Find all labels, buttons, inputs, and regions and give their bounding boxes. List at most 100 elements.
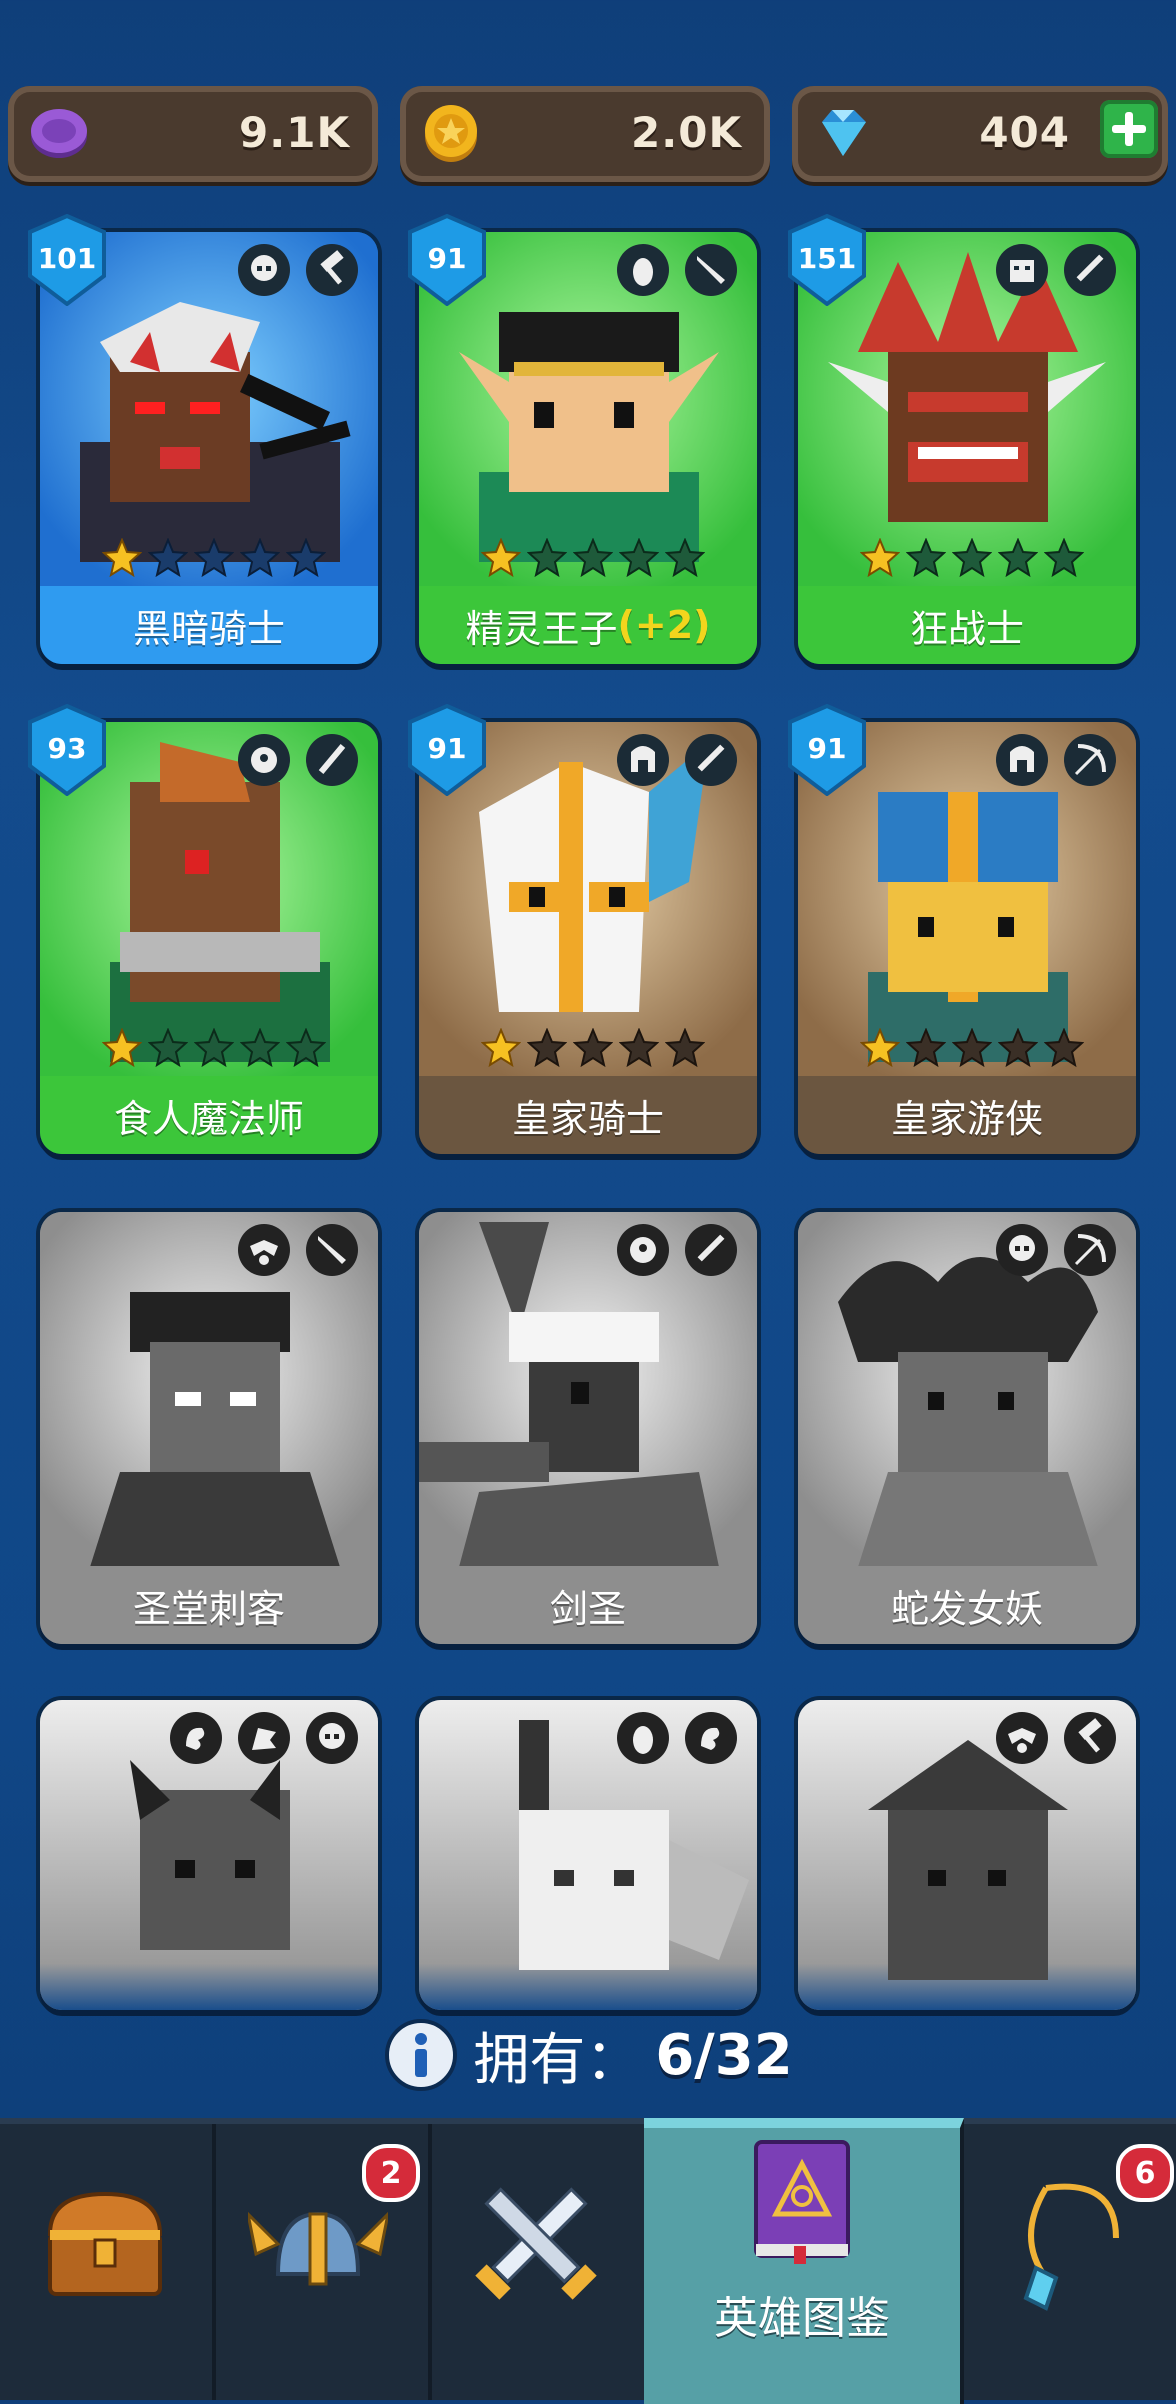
human-faction-icon [617, 734, 669, 786]
hero-card-locked[interactable] [40, 1700, 378, 2010]
sword-class-icon [685, 734, 737, 786]
hero-card-templar-assassin[interactable]: 圣堂刺客 [40, 1212, 378, 1644]
star-filled-icon [481, 538, 521, 578]
gold-coin-icon [425, 105, 477, 162]
hero-name: 皇家游侠 [798, 1076, 1136, 1154]
hero-card-medusa[interactable]: 蛇发女妖 [798, 1212, 1136, 1644]
dragon-faction-icon [170, 1712, 222, 1764]
star-empty-icon [952, 538, 992, 578]
star-filled-icon [860, 538, 900, 578]
hero-name: 剑圣 [419, 1566, 757, 1644]
star-empty-icon [1044, 538, 1084, 578]
star-empty-icon [619, 538, 659, 578]
level-badge: 91 [786, 704, 868, 796]
star-rating [102, 538, 326, 578]
star-empty-icon [148, 538, 188, 578]
add-diamond-button[interactable] [1100, 100, 1158, 158]
elf-faction-icon [617, 1712, 669, 1764]
winged-faction-icon [238, 1224, 290, 1276]
info-icon[interactable] [383, 2017, 459, 2093]
ogre-faction-icon [617, 1224, 669, 1276]
star-empty-icon [998, 1028, 1038, 1068]
star-empty-icon [194, 1028, 234, 1068]
winged-helmet-icon [248, 2211, 388, 2286]
star-empty-icon [1044, 1028, 1084, 1068]
star-empty-icon [906, 538, 946, 578]
treasure-chest-icon [47, 2191, 163, 2296]
star-empty-icon [573, 1028, 613, 1068]
orc-faction-icon [996, 244, 1048, 296]
hero-book-icon [754, 2140, 850, 2264]
elf-faction-icon [617, 244, 669, 296]
diamond-value: 404 [979, 108, 1070, 157]
level-badge: 151 [786, 214, 868, 306]
star-filled-icon [481, 1028, 521, 1068]
hero-name-bar: 精灵王子 (+2) [419, 586, 757, 664]
bow-class-icon [1064, 734, 1116, 786]
crossed-swords-icon [475, 2187, 597, 2300]
tab-helmet[interactable]: 2 [212, 2124, 432, 2400]
star-empty-icon [240, 538, 280, 578]
sword-class-icon [1064, 244, 1116, 296]
tab-hero-book[interactable]: 英雄图鉴 [644, 2118, 964, 2404]
hero-name: 精灵王子 [465, 606, 618, 651]
star-empty-icon [952, 1028, 992, 1068]
hero-name: 黑暗骑士 [40, 586, 378, 664]
hammer-class-icon [306, 244, 358, 296]
amulet-icon [1023, 2183, 1119, 2311]
star-rating [481, 538, 705, 578]
hero-name: 皇家骑士 [419, 1076, 757, 1154]
dagger-class-icon [685, 244, 737, 296]
diamond-icon [822, 110, 866, 156]
hero-name: 狂战士 [798, 586, 1136, 664]
star-filled-icon [860, 1028, 900, 1068]
star-rating [102, 1028, 326, 1068]
sword-class-icon [685, 1224, 737, 1276]
star-rating [860, 1028, 1084, 1068]
star-empty-icon [194, 538, 234, 578]
dragon-head-faction-icon [238, 1712, 290, 1764]
hero-name: 蛇发女妖 [798, 1566, 1136, 1644]
tab-chest[interactable] [0, 2124, 216, 2400]
hero-card-locked[interactable] [419, 1700, 757, 2010]
undead-faction-icon [996, 1224, 1048, 1276]
amulet-notification-badge: 6 [1116, 2144, 1174, 2202]
level-badge: 91 [406, 704, 488, 796]
star-empty-icon [906, 1028, 946, 1068]
winged-faction-icon [996, 1712, 1048, 1764]
staff-class-icon [306, 734, 358, 786]
star-empty-icon [240, 1028, 280, 1068]
star-empty-icon [619, 1028, 659, 1068]
resource-purple: 9.1K [8, 86, 378, 182]
ogre-faction-icon [238, 734, 290, 786]
level-badge: 101 [26, 214, 108, 306]
star-empty-icon [573, 538, 613, 578]
hero-card-locked[interactable] [798, 1700, 1136, 2010]
undead-faction-icon [306, 1712, 358, 1764]
level-badge: 93 [26, 704, 108, 796]
human-faction-icon [996, 734, 1048, 786]
purple-token-icon [31, 109, 87, 158]
dragon-faction-icon [685, 1712, 737, 1764]
hero-card-sword-saint[interactable]: 剑圣 [419, 1212, 757, 1644]
undead-faction-icon [238, 244, 290, 296]
star-empty-icon [286, 1028, 326, 1068]
star-empty-icon [286, 538, 326, 578]
purple-token-value: 9.1K [239, 108, 350, 157]
owned-value: 6/32 [655, 2022, 793, 2088]
resource-diamond: 404 [792, 86, 1168, 182]
star-empty-icon [665, 1028, 705, 1068]
tab-battle[interactable] [428, 2124, 648, 2400]
helmet-notification-badge: 2 [362, 2144, 420, 2202]
star-rating [481, 1028, 705, 1068]
star-empty-icon [665, 538, 705, 578]
star-filled-icon [102, 1028, 142, 1068]
resource-gold: 2.0K [400, 86, 770, 182]
tab-amulet[interactable]: 6 [960, 2124, 1176, 2400]
star-empty-icon [148, 1028, 188, 1068]
hero-name: 食人魔法师 [40, 1076, 378, 1154]
owned-label: 拥有： [473, 2027, 642, 2093]
hero-name: 圣堂刺客 [40, 1566, 378, 1644]
owned-counter: 拥有： 6/32 [0, 2010, 1176, 2100]
star-rating [860, 538, 1084, 578]
